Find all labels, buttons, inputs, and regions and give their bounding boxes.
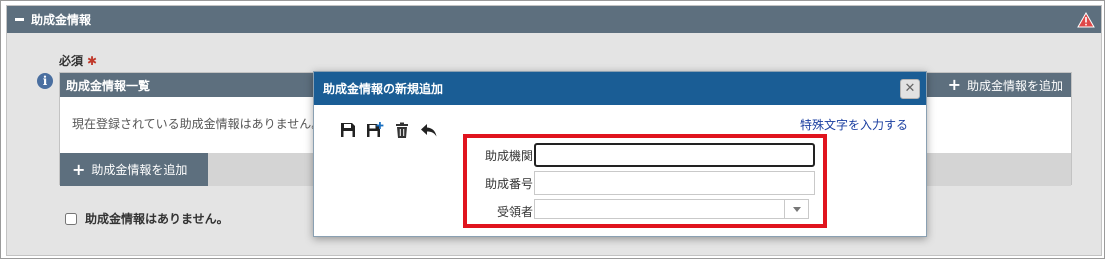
list-title: 助成金情報一覧 — [66, 78, 151, 93]
grant-agency-row: 助成機関: — [467, 143, 823, 167]
grant-agency-label: 助成機関: — [484, 149, 537, 163]
grant-agency-input[interactable] — [534, 143, 815, 167]
required-label: 必須 ✱ — [59, 54, 98, 68]
dialog-toolbar — [339, 121, 438, 139]
field-highlight-box: 助成機関: 助成番号: 受領者: — [463, 134, 827, 228]
no-grant-checkbox[interactable] — [65, 212, 77, 225]
recipient-select[interactable] — [534, 199, 809, 219]
chevron-down-icon[interactable] — [784, 200, 808, 218]
trash-icon[interactable] — [393, 121, 411, 139]
collapse-icon[interactable] — [15, 18, 24, 21]
panel-header[interactable]: 助成金情報 — [7, 6, 1101, 33]
required-star-icon: ✱ — [87, 54, 98, 68]
header-add-grant-button[interactable]: + 助成金情報を追加 — [948, 73, 1063, 97]
add-grant-dialog: 助成金情報の新規追加 ✕ 特殊文字を入力する 助成機関: 助成番号: 受領者: — [313, 71, 927, 237]
recipient-label: 受領者: — [496, 205, 537, 219]
empty-message: 現在登録されている助成金情報はありません。 — [72, 117, 324, 131]
plus-icon: + — [72, 159, 86, 179]
recipient-row: 受領者: — [467, 199, 823, 223]
info-icon[interactable]: i — [37, 73, 53, 89]
dialog-header[interactable]: 助成金情報の新規追加 ✕ — [314, 72, 926, 105]
save-icon[interactable] — [339, 121, 357, 139]
dialog-title: 助成金情報の新規追加 — [323, 82, 444, 96]
undo-icon[interactable] — [420, 121, 438, 139]
special-characters-link[interactable]: 特殊文字を入力する — [800, 116, 908, 133]
warning-icon — [1077, 12, 1095, 28]
no-grant-checkbox-row[interactable]: 助成金情報はありません。 — [65, 210, 229, 227]
grant-number-label: 助成番号: — [484, 177, 537, 191]
plus-icon: + — [947, 75, 961, 94]
close-icon[interactable]: ✕ — [900, 79, 920, 99]
grant-number-row: 助成番号: — [467, 171, 823, 195]
add-grant-button[interactable]: + 助成金情報を追加 — [60, 153, 208, 186]
save-add-icon[interactable] — [366, 121, 384, 139]
screenshot-frame: 助成金情報 必須 ✱ i 助成金情報一覧 + 助成金情報を追加 現在登録されている… — [0, 0, 1105, 259]
grant-number-input[interactable] — [534, 171, 815, 195]
no-grant-label: 助成金情報はありません。 — [85, 212, 229, 226]
section-title: 助成金情報 — [31, 13, 92, 27]
